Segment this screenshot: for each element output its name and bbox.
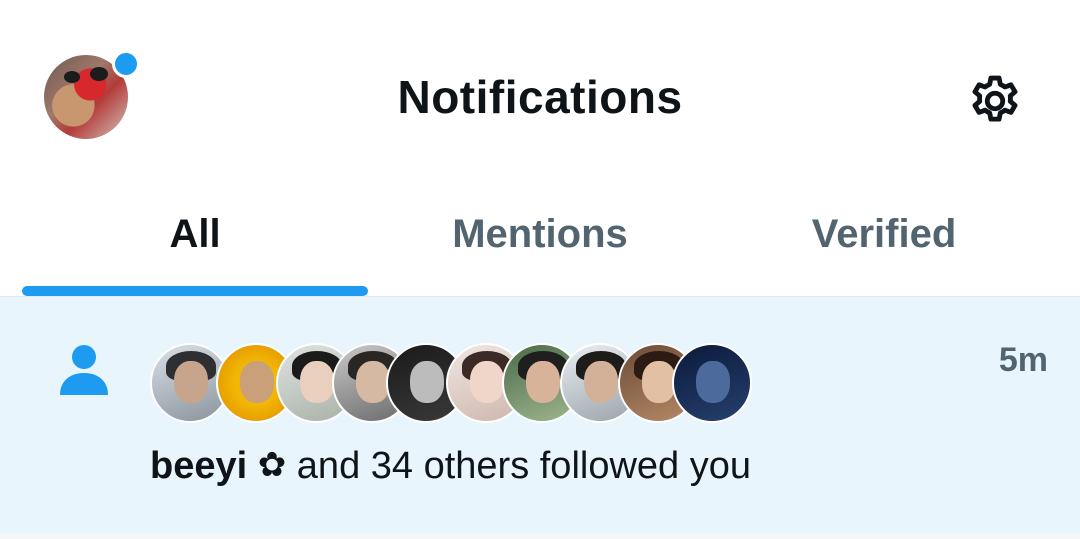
flower-glyph: ✿ (257, 446, 287, 484)
divider (0, 533, 1080, 539)
page-title: Notifications (397, 71, 683, 123)
notification-timestamp: 5m (998, 341, 1048, 379)
follow-notification[interactable]: 5m beeyi ✿ and 34 others followed you (0, 297, 1080, 533)
notification-tabs: All Mentions Verified (0, 200, 1080, 296)
follower-avatars (150, 343, 752, 423)
notification-body: and 34 others followed you (296, 445, 751, 487)
tab-all[interactable]: All (22, 212, 368, 262)
actor-name[interactable]: beeyi (150, 445, 247, 487)
tab-mentions[interactable]: Mentions (368, 212, 712, 262)
notification-text: beeyi ✿ and 34 others followed you (150, 445, 751, 488)
person-icon (60, 345, 108, 395)
active-tab-indicator (22, 286, 368, 296)
gear-icon[interactable] (966, 72, 1024, 130)
follower-avatar[interactable] (672, 343, 752, 423)
notifications-header: Notifications All Mentions Verified (0, 0, 1080, 296)
tab-verified[interactable]: Verified (712, 212, 1056, 262)
